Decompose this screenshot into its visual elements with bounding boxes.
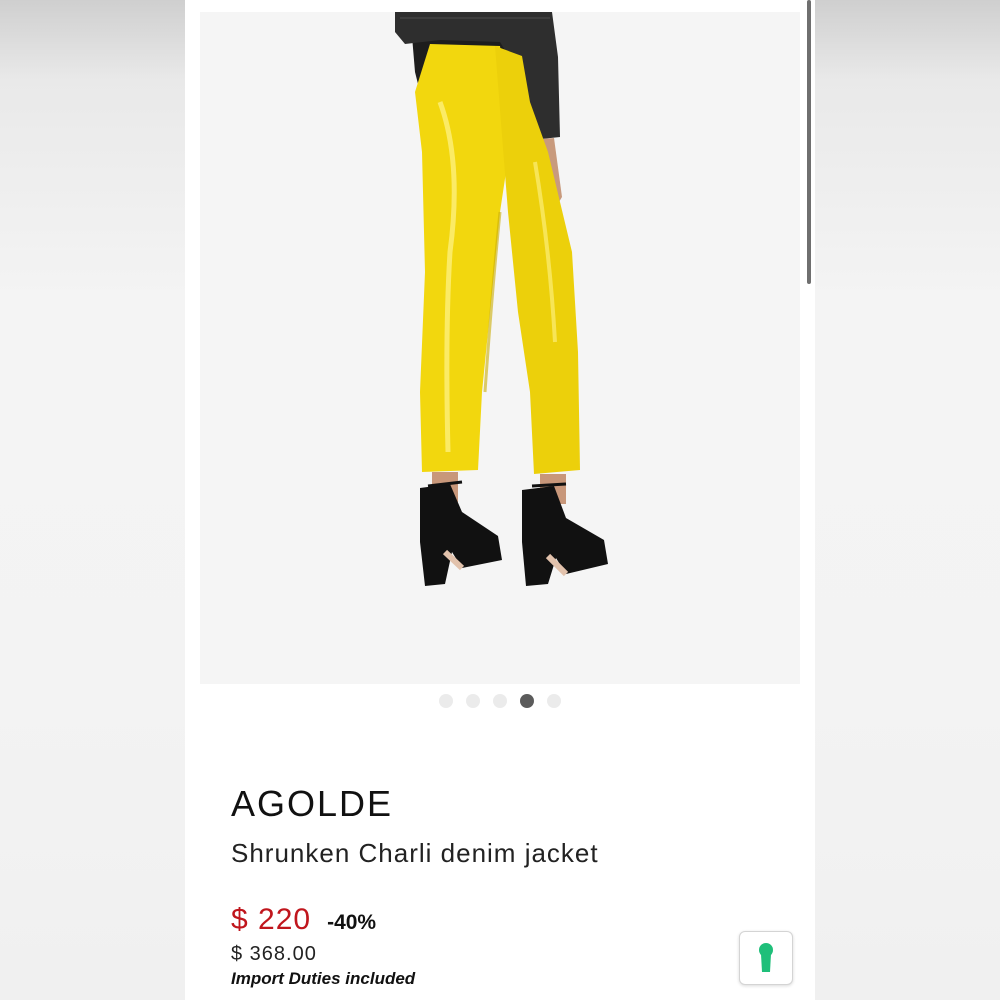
right-backdrop <box>815 0 1000 1000</box>
discount-badge: -40% <box>327 911 377 934</box>
original-price: $ 368.00 <box>231 943 317 965</box>
duties-note: Import Duties included <box>231 969 416 988</box>
gallery-dot-3[interactable] <box>493 694 507 708</box>
gallery-pagination <box>185 694 815 710</box>
brand-name[interactable]: AGOLDE <box>231 783 393 825</box>
product-title: Shrunken Charli denim jacket <box>231 838 599 868</box>
price-row: $ 220 -40% <box>231 903 376 937</box>
model-photo-illustration <box>200 12 800 684</box>
app-action-button[interactable] <box>739 931 793 985</box>
gallery-dot-2[interactable] <box>466 694 480 708</box>
gallery-dot-4[interactable] <box>520 694 534 708</box>
product-image[interactable] <box>200 12 800 684</box>
scrollbar[interactable] <box>807 0 811 284</box>
gallery-dot-1[interactable] <box>439 694 453 708</box>
sale-price: $ 220 <box>231 903 312 936</box>
product-page: AGOLDE Shrunken Charli denim jacket $ 22… <box>185 0 815 1000</box>
gallery-dot-5[interactable] <box>547 694 561 708</box>
keyhole-icon <box>759 943 773 972</box>
left-backdrop <box>0 0 185 1000</box>
